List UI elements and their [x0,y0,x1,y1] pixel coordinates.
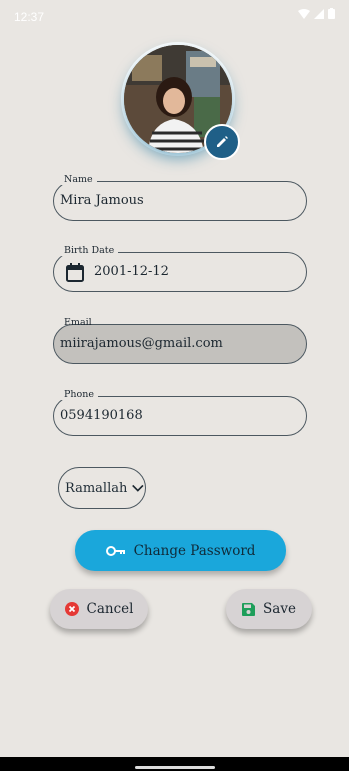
cancel-button[interactable]: Cancel [50,589,148,629]
name-field[interactable]: Name Mira Jamous [53,174,307,221]
pencil-icon [217,136,228,147]
signal-icon [314,8,324,19]
cancel-label: Cancel [86,601,134,617]
status-time: 12:37 [14,10,45,24]
wifi-icon [298,8,310,19]
battery-icon [328,8,335,19]
city-select[interactable]: Ramallah [58,467,146,509]
phone-value: 0594190168 [60,408,143,423]
home-handle[interactable] [135,766,215,769]
phone-field[interactable]: Phone 0594190168 [53,389,307,436]
system-nav-bar [0,757,349,771]
email-label: Email [64,317,92,328]
change-password-button[interactable]: Change Password [75,530,286,571]
edit-photo-button[interactable] [204,124,240,160]
chevron-down-icon [132,484,144,492]
status-icons [298,8,335,19]
cancel-circle-icon [64,602,79,616]
name-value: Mira Jamous [60,193,144,208]
key-icon [105,545,125,556]
change-password-label: Change Password [133,542,256,559]
city-select-value: Ramallah [65,480,128,496]
name-label: Name [60,174,97,185]
save-label: Save [263,601,296,617]
floppy-disk-icon [242,602,256,616]
status-bar: 12:37 [0,0,349,32]
save-button[interactable]: Save [226,589,312,629]
birth-date-value: 2001-12-12 [94,264,169,279]
phone-label: Phone [60,389,98,400]
email-field: Email miirajamous@gmail.com [53,317,307,364]
email-value: miirajamous@gmail.com [60,336,223,351]
birth-date-field[interactable]: Birth Date 2001-12-12 [53,245,307,292]
birth-date-label: Birth Date [60,245,119,256]
calendar-icon [66,263,84,282]
